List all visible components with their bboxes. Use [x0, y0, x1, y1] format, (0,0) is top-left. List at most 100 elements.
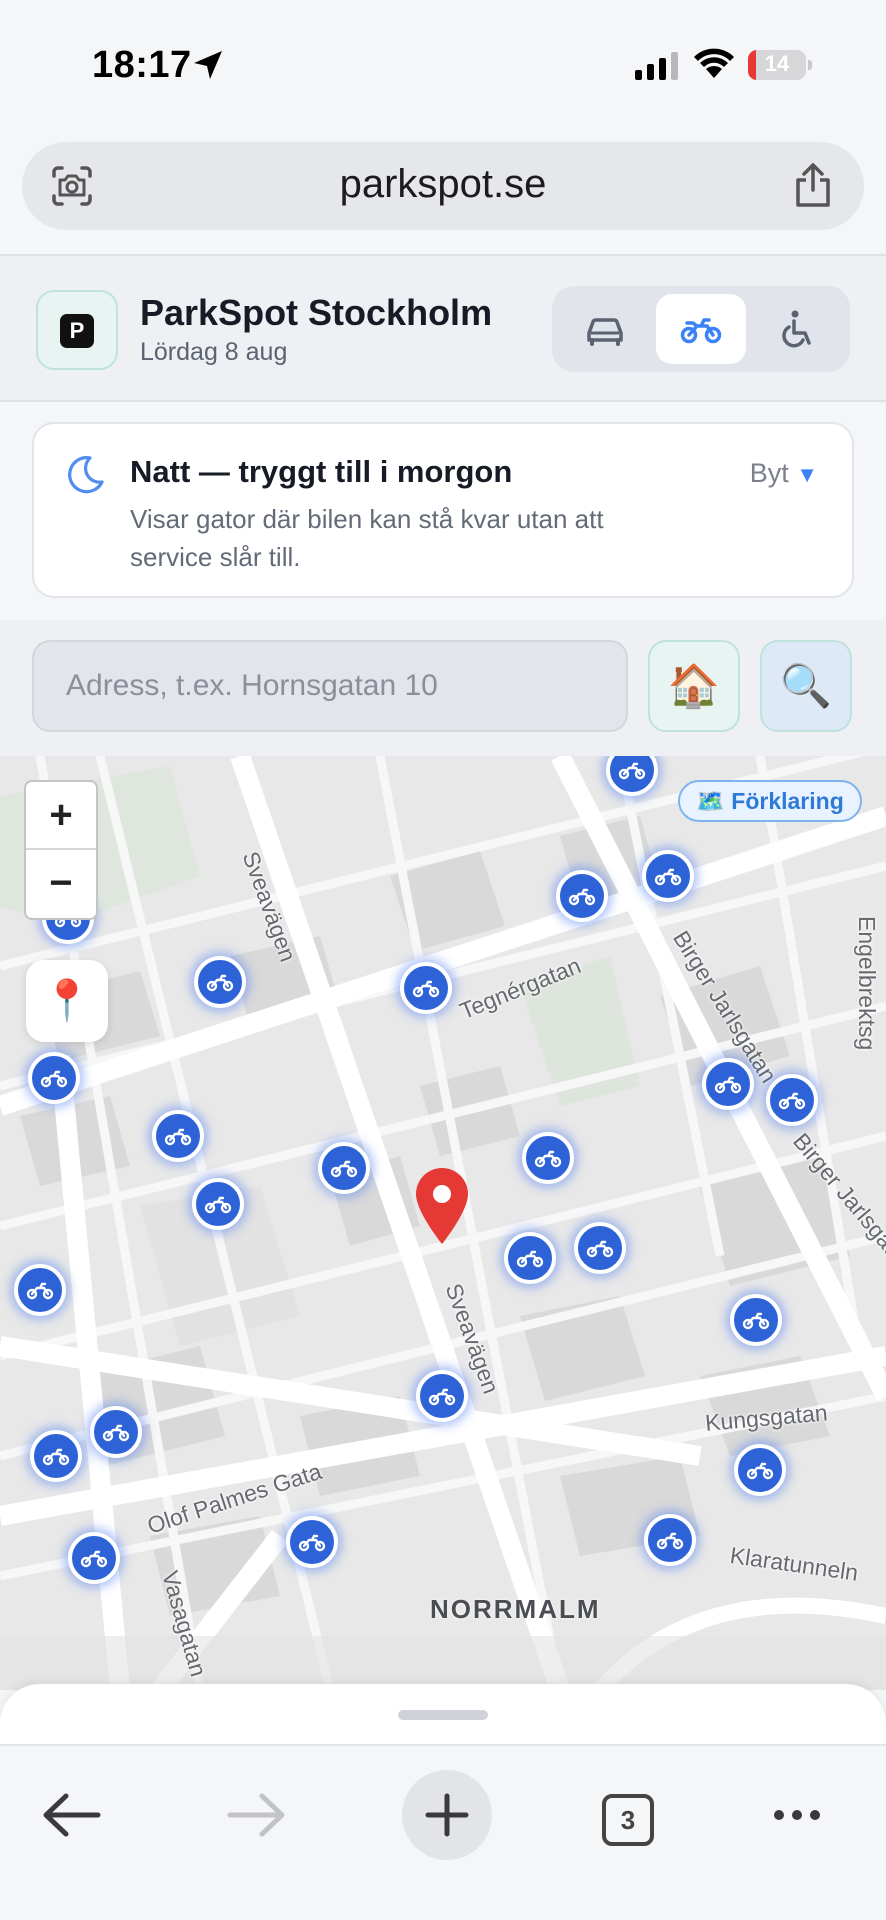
motorcycle-parking-pin[interactable] — [522, 1132, 574, 1184]
zoom-control: + − — [24, 780, 98, 920]
wheelchair-icon — [782, 310, 811, 348]
motorcycle-parking-pin[interactable] — [28, 1052, 80, 1104]
motorcycle-icon — [412, 980, 440, 998]
motorcycle-icon — [534, 1150, 562, 1168]
selected-location-marker[interactable] — [412, 1166, 472, 1246]
motorcycle-icon — [586, 1240, 614, 1258]
motorcycle-parking-pin[interactable] — [14, 1264, 66, 1316]
share-icon[interactable] — [792, 162, 834, 208]
motorcycle-icon — [42, 1448, 70, 1466]
location-arrow-icon — [194, 51, 222, 79]
motorcycle-icon — [746, 1462, 774, 1480]
current-date: Lördag 8 aug — [140, 338, 288, 366]
motorcycle-parking-pin[interactable] — [68, 1532, 120, 1584]
motorcycle-parking-pin[interactable] — [400, 962, 452, 1014]
url-text[interactable]: parkspot.se — [22, 162, 864, 207]
motorcycle-parking-pin[interactable] — [642, 850, 694, 902]
status-bar: 18:17 14 — [0, 0, 886, 130]
wifi-icon — [694, 48, 734, 78]
arrow-right-icon — [227, 1793, 285, 1837]
app-logo: P — [36, 290, 118, 370]
motorcycle-parking-pin[interactable] — [702, 1058, 754, 1110]
battery-level: 14 — [764, 51, 790, 76]
sheet-grab-handle[interactable] — [398, 1710, 488, 1720]
parking-mode-banner: Natt — tryggt till i morgon Visar gator … — [32, 422, 854, 598]
back-button[interactable] — [26, 1770, 116, 1860]
motorcycle-parking-pin[interactable] — [152, 1110, 204, 1162]
app-header: P ParkSpot Stockholm Lördag 8 aug — [0, 256, 886, 400]
address-bar[interactable]: parkspot.se — [22, 142, 864, 230]
motorcycle-parking-pin[interactable] — [318, 1142, 370, 1194]
motorcycle-icon — [618, 762, 646, 780]
search-row: 🏠 🔍 — [0, 620, 886, 756]
motorcycle-icon — [654, 868, 682, 886]
motorcycle-parking-pin[interactable] — [504, 1232, 556, 1284]
motorcycle-parking-pin[interactable] — [416, 1370, 468, 1422]
mode-accessible-button[interactable] — [752, 294, 842, 364]
legend-button[interactable]: 🗺️ Förklaring — [678, 780, 862, 822]
motorcycle-parking-pin[interactable] — [90, 1406, 142, 1458]
moon-icon — [68, 456, 104, 494]
motorcycle-icon — [40, 1070, 68, 1088]
motorcycle-icon — [330, 1160, 358, 1178]
zoom-in-button[interactable]: + — [26, 782, 96, 850]
plus-icon — [425, 1793, 469, 1837]
app-title: ParkSpot Stockholm — [140, 292, 493, 333]
cellular-signal-icon — [635, 52, 678, 80]
motorcycle-icon — [102, 1424, 130, 1442]
car-icon — [587, 318, 623, 346]
motorcycle-parking-pin[interactable] — [194, 956, 246, 1008]
mode-motorcycle-button[interactable] — [656, 294, 746, 364]
forward-button[interactable] — [212, 1770, 302, 1860]
logo-letter: P — [60, 314, 94, 348]
pin-icon: 📍 — [42, 979, 92, 1023]
motorcycle-icon — [206, 974, 234, 992]
street-label: Engelbrektsg — [854, 916, 880, 1051]
switch-mode-button[interactable]: Byt ▼ — [750, 458, 818, 489]
district-label: NORRMALM — [430, 1594, 601, 1624]
motorcycle-icon — [568, 888, 596, 906]
motorcycle-icon — [80, 1550, 108, 1568]
parking-map[interactable]: Sveavägen Tegnérgatan Birger Jarlsgatan … — [0, 756, 886, 1690]
banner-description: Visar gator där bilen kan stå kvar utan … — [130, 504, 604, 572]
tabs-button[interactable]: 3 — [602, 1794, 654, 1846]
home-icon: 🏠 — [667, 662, 721, 709]
motorcycle-parking-pin[interactable] — [574, 1222, 626, 1274]
mode-car-button[interactable] — [560, 294, 650, 364]
locate-me-button[interactable]: 📍 — [26, 960, 108, 1042]
chevron-down-icon: ▼ — [796, 462, 818, 487]
motorcycle-icon — [714, 1076, 742, 1094]
motorcycle-parking-pin[interactable] — [30, 1430, 82, 1482]
motorcycle-parking-pin[interactable] — [286, 1516, 338, 1568]
search-button[interactable]: 🔍 — [760, 640, 852, 732]
more-dots-icon — [774, 1810, 820, 1820]
motorcycle-icon — [298, 1534, 326, 1552]
motorcycle-icon — [428, 1388, 456, 1406]
home-button[interactable]: 🏠 — [648, 640, 740, 732]
motorcycle-parking-pin[interactable] — [192, 1178, 244, 1230]
arrow-left-icon — [43, 1793, 101, 1837]
motorcycle-icon — [164, 1128, 192, 1146]
banner-title: Natt — tryggt till i morgon — [130, 454, 513, 489]
motorcycle-parking-pin[interactable] — [556, 870, 608, 922]
vehicle-mode-selector — [552, 286, 850, 372]
status-time: 18:17 — [92, 44, 192, 86]
zoom-out-button[interactable]: − — [26, 850, 96, 918]
motorcycle-icon — [516, 1250, 544, 1268]
new-tab-button[interactable] — [402, 1770, 492, 1860]
motorcycle-icon — [204, 1196, 232, 1214]
motorcycle-icon — [680, 318, 722, 344]
motorcycle-icon — [778, 1092, 806, 1110]
motorcycle-icon — [742, 1312, 770, 1330]
motorcycle-icon — [656, 1532, 684, 1550]
motorcycle-parking-pin[interactable] — [644, 1514, 696, 1566]
switch-mode-label: Byt — [749, 458, 789, 488]
browser-toolbar: 3 — [0, 1744, 886, 1920]
address-search-input[interactable] — [32, 640, 628, 732]
motorcycle-parking-pin[interactable] — [730, 1294, 782, 1346]
search-icon: 🔍 — [779, 662, 833, 709]
motorcycle-parking-pin[interactable] — [734, 1444, 786, 1496]
more-button[interactable] — [752, 1770, 842, 1860]
battery-indicator: 14 — [748, 50, 812, 80]
motorcycle-parking-pin[interactable] — [766, 1074, 818, 1126]
